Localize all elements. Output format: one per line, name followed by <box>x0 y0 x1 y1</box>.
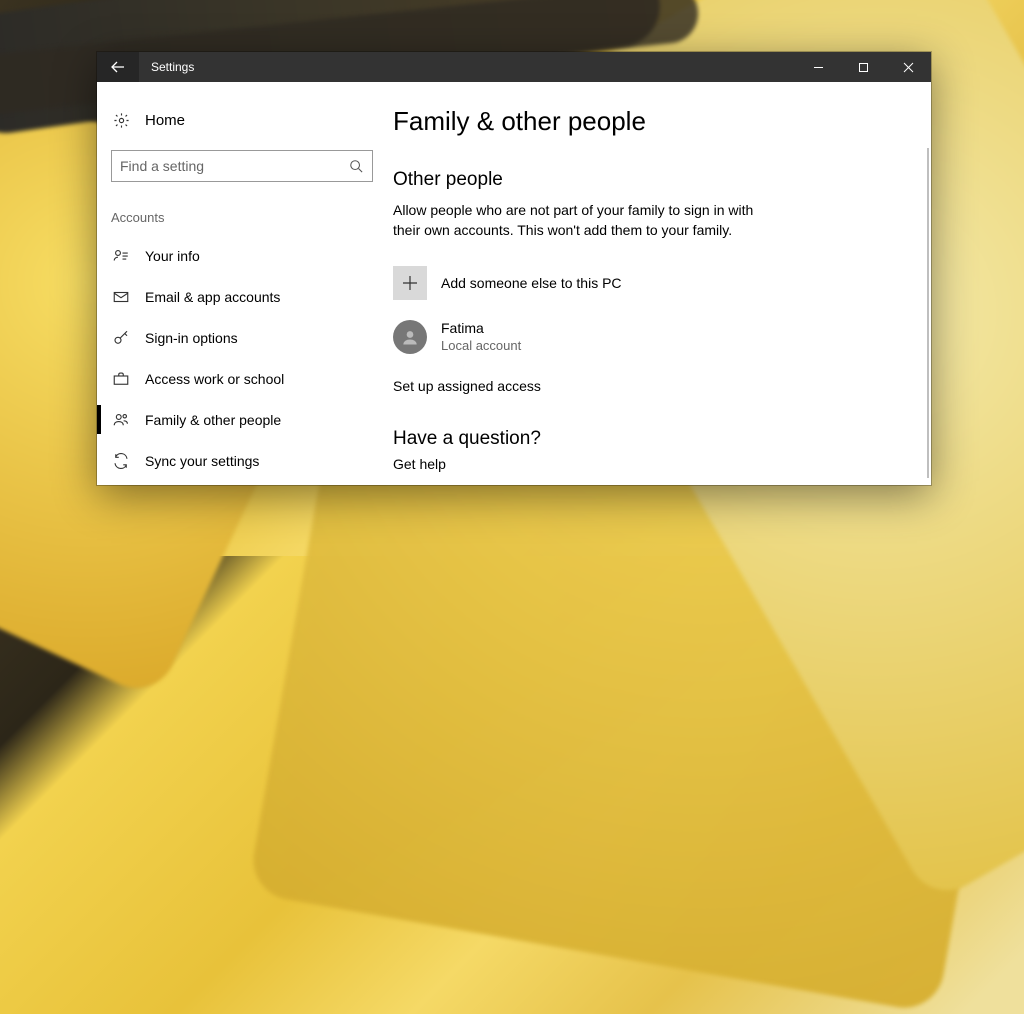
sidebar-item-your-info[interactable]: Your info <box>97 235 387 276</box>
sidebar-nav: Your info Email & app accounts <box>97 235 387 481</box>
person-card-icon <box>111 246 131 266</box>
assigned-access-link[interactable]: Set up assigned access <box>393 378 931 394</box>
sidebar-item-label: Access work or school <box>131 371 284 387</box>
scrollbar[interactable] <box>927 148 929 478</box>
main-content: Family & other people Other people Allow… <box>387 82 931 485</box>
briefcase-icon <box>111 369 131 389</box>
add-user-button[interactable]: Add someone else to this PC <box>393 266 931 300</box>
search-icon <box>348 158 364 174</box>
user-name: Fatima <box>441 320 521 338</box>
settings-window: Settings Home <box>97 52 931 485</box>
gear-icon <box>111 112 131 129</box>
sidebar: Home Accounts <box>97 82 387 485</box>
sidebar-item-label: Email & app accounts <box>131 289 280 305</box>
back-button[interactable] <box>97 52 139 82</box>
sidebar-item-label: Sign-in options <box>131 330 238 346</box>
mail-icon <box>111 287 131 307</box>
people-icon <box>111 410 131 430</box>
key-icon <box>111 328 131 348</box>
titlebar: Settings <box>97 52 931 82</box>
sidebar-item-label: Family & other people <box>131 412 281 428</box>
user-account-type: Local account <box>441 338 521 354</box>
sidebar-item-email-accounts[interactable]: Email & app accounts <box>97 276 387 317</box>
sidebar-item-label: Sync your settings <box>131 453 259 469</box>
search-input[interactable] <box>120 158 348 174</box>
user-account-entry[interactable]: Fatima Local account <box>393 320 931 354</box>
sidebar-item-label: Your info <box>131 248 200 264</box>
window-title: Settings <box>139 60 194 74</box>
sidebar-home-label: Home <box>131 112 185 129</box>
other-people-heading: Other people <box>393 169 931 191</box>
sidebar-section-label: Accounts <box>97 182 387 229</box>
sync-icon <box>111 451 131 471</box>
get-help-link[interactable]: Get help <box>393 456 931 472</box>
close-button[interactable] <box>886 52 931 82</box>
sidebar-item-sync-settings[interactable]: Sync your settings <box>97 440 387 481</box>
page-title: Family & other people <box>393 106 931 137</box>
sidebar-home[interactable]: Home <box>97 100 387 140</box>
plus-icon <box>393 266 427 300</box>
avatar-icon <box>393 320 427 354</box>
question-heading: Have a question? <box>393 428 931 450</box>
other-people-description: Allow people who are not part of your fa… <box>393 201 773 240</box>
maximize-button[interactable] <box>841 52 886 82</box>
sidebar-item-family-people[interactable]: Family & other people <box>97 399 387 440</box>
minimize-button[interactable] <box>796 52 841 82</box>
sidebar-item-work-school[interactable]: Access work or school <box>97 358 387 399</box>
sidebar-item-signin-options[interactable]: Sign-in options <box>97 317 387 358</box>
add-user-label: Add someone else to this PC <box>427 275 622 291</box>
search-input-container[interactable] <box>111 150 373 182</box>
